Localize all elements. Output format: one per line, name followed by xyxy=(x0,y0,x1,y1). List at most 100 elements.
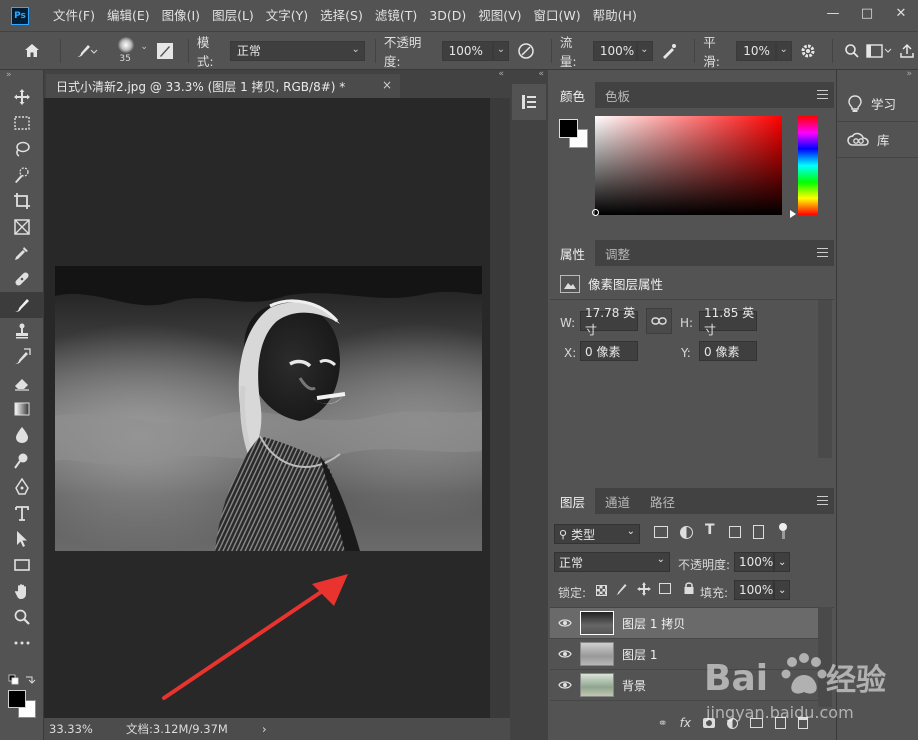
vertical-scrollbar[interactable] xyxy=(490,98,510,718)
visibility-eye-icon[interactable] xyxy=(550,649,580,659)
lock-image-icon[interactable] xyxy=(614,582,628,599)
color-field-picker[interactable] xyxy=(592,209,599,216)
filter-pixel-icon[interactable] xyxy=(654,526,668,538)
document-tab[interactable]: 日式小清新2.jpg @ 33.3% (图层 1 拷贝, RGB/8#) * × xyxy=(46,74,400,98)
layer-filter-select[interactable]: ⚲ 类型 ⌄ xyxy=(554,524,640,544)
new-layer-icon[interactable] xyxy=(775,717,786,729)
layer-opacity-field[interactable]: 100% xyxy=(734,552,774,572)
collapse-arrows-icon[interactable]: « xyxy=(498,69,504,79)
hue-slider[interactable] xyxy=(798,116,818,215)
width-field[interactable]: 17.78 英寸 xyxy=(580,306,638,337)
menu-filter[interactable]: 滤镜(T) xyxy=(369,0,423,31)
tab-paths[interactable]: 路径 xyxy=(640,488,685,514)
gradient-tool-icon[interactable] xyxy=(0,396,44,422)
gear-icon[interactable] xyxy=(792,43,824,59)
smooth-field[interactable]: 10% xyxy=(736,40,776,61)
canvas-area[interactable] xyxy=(44,98,490,718)
path-selection-tool-icon[interactable] xyxy=(0,526,44,552)
menu-file[interactable]: 文件(F) xyxy=(47,0,101,31)
healing-brush-tool-icon[interactable] xyxy=(0,266,44,292)
foreground-color-swatch[interactable] xyxy=(559,119,578,138)
hand-tool-icon[interactable] xyxy=(0,578,44,604)
blend-mode-select[interactable]: 正常 ⌄ xyxy=(554,552,670,572)
brush-size-picker[interactable]: 35 ⌄ xyxy=(110,34,150,68)
filter-toggle-icon[interactable] xyxy=(779,523,787,541)
y-field[interactable]: 0 像素 xyxy=(699,341,757,361)
move-tool-icon[interactable] xyxy=(0,84,44,110)
x-field[interactable]: 0 像素 xyxy=(580,341,638,361)
dodge-tool-icon[interactable] xyxy=(0,448,44,474)
collapse-arrows-icon[interactable]: » xyxy=(906,69,912,79)
more-tools-icon[interactable] xyxy=(0,630,44,656)
crop-tool-icon[interactable] xyxy=(0,188,44,214)
rectangle-tool-icon[interactable] xyxy=(0,552,44,578)
tab-adjustments[interactable]: 调整 xyxy=(595,240,640,266)
frame-tool-icon[interactable] xyxy=(0,214,44,240)
history-brush-tool-icon[interactable] xyxy=(0,344,44,370)
menu-help[interactable]: 帮助(H) xyxy=(587,0,643,31)
tab-color[interactable]: 颜色 xyxy=(550,82,596,108)
filter-smart-object-icon[interactable] xyxy=(753,525,764,539)
color-swatches[interactable] xyxy=(8,690,38,720)
clone-stamp-tool-icon[interactable] xyxy=(0,318,44,344)
close-tab-icon[interactable]: × xyxy=(382,78,392,92)
maximize-button[interactable]: □ xyxy=(850,0,884,26)
fill-field[interactable]: 100% xyxy=(734,580,774,600)
libraries-panel-item[interactable]: 库 xyxy=(837,122,918,158)
properties-scrollbar[interactable] xyxy=(818,300,832,458)
eyedropper-tool-icon[interactable] xyxy=(0,240,44,266)
fx-icon[interactable]: fx xyxy=(680,716,691,730)
link-layers-icon[interactable]: ⚭ xyxy=(658,716,668,730)
layer-name[interactable]: 背景 xyxy=(622,677,646,694)
search-icon[interactable] xyxy=(841,43,863,59)
airbrush-icon[interactable] xyxy=(653,42,687,60)
layer-row[interactable]: 图层 1 拷贝 xyxy=(550,608,818,639)
menu-window[interactable]: 窗口(W) xyxy=(528,0,587,31)
status-menu-arrow[interactable]: › xyxy=(262,722,267,736)
new-group-icon[interactable] xyxy=(750,718,763,728)
menu-image[interactable]: 图像(I) xyxy=(156,0,206,31)
filter-adjustment-icon[interactable] xyxy=(680,526,693,539)
panel-menu-icon[interactable] xyxy=(817,248,828,260)
share-icon[interactable] xyxy=(896,43,918,59)
workspace-icon[interactable] xyxy=(862,43,896,59)
minimize-button[interactable]: — xyxy=(816,0,850,26)
flow-field[interactable]: 100% xyxy=(592,40,637,61)
fill-dropdown[interactable]: ⌄ xyxy=(774,580,790,600)
delete-layer-icon[interactable] xyxy=(798,717,808,729)
zoom-tool-icon[interactable] xyxy=(0,604,44,630)
panel-menu-icon[interactable] xyxy=(817,90,828,102)
menu-type[interactable]: 文字(Y) xyxy=(260,0,314,31)
blur-tool-icon[interactable] xyxy=(0,422,44,448)
lock-artboard-icon[interactable] xyxy=(659,583,671,594)
opacity-field[interactable]: 100% xyxy=(441,40,494,61)
eraser-tool-icon[interactable] xyxy=(0,370,44,396)
menu-view[interactable]: 视图(V) xyxy=(472,0,527,31)
new-adjustment-layer-icon[interactable] xyxy=(727,717,738,729)
menu-edit[interactable]: 编辑(E) xyxy=(101,0,156,31)
flow-dropdown[interactable]: ⌄ xyxy=(636,40,653,61)
marquee-tool-icon[interactable] xyxy=(0,110,44,136)
filter-shape-icon[interactable] xyxy=(729,526,741,538)
smooth-dropdown[interactable]: ⌄ xyxy=(775,40,792,61)
layer-opacity-dropdown[interactable]: ⌄ xyxy=(774,552,790,572)
lock-all-icon[interactable] xyxy=(683,581,695,598)
color-panel-swatches[interactable] xyxy=(559,119,591,151)
tab-layers[interactable]: 图层 xyxy=(550,488,596,514)
tab-properties[interactable]: 属性 xyxy=(550,240,596,266)
height-field[interactable]: 11.85 英寸 xyxy=(699,306,757,337)
quick-selection-tool-icon[interactable] xyxy=(0,162,44,188)
visibility-eye-icon[interactable] xyxy=(550,618,580,628)
brush-settings-icon[interactable] xyxy=(150,42,180,60)
home-icon[interactable] xyxy=(12,42,52,60)
add-mask-icon[interactable] xyxy=(703,718,715,728)
collapse-arrows-icon[interactable]: » xyxy=(0,70,43,84)
link-dimensions-icon[interactable] xyxy=(646,308,672,334)
layer-name[interactable]: 图层 1 xyxy=(622,646,657,663)
hue-slider-handle-icon[interactable] xyxy=(790,210,796,218)
layers-scrollbar[interactable] xyxy=(818,607,832,707)
layer-row[interactable]: 背景 xyxy=(550,670,818,701)
opacity-dropdown[interactable]: ⌄ xyxy=(493,40,510,61)
close-button[interactable]: ✕ xyxy=(884,0,918,26)
lock-position-icon[interactable] xyxy=(637,582,651,599)
